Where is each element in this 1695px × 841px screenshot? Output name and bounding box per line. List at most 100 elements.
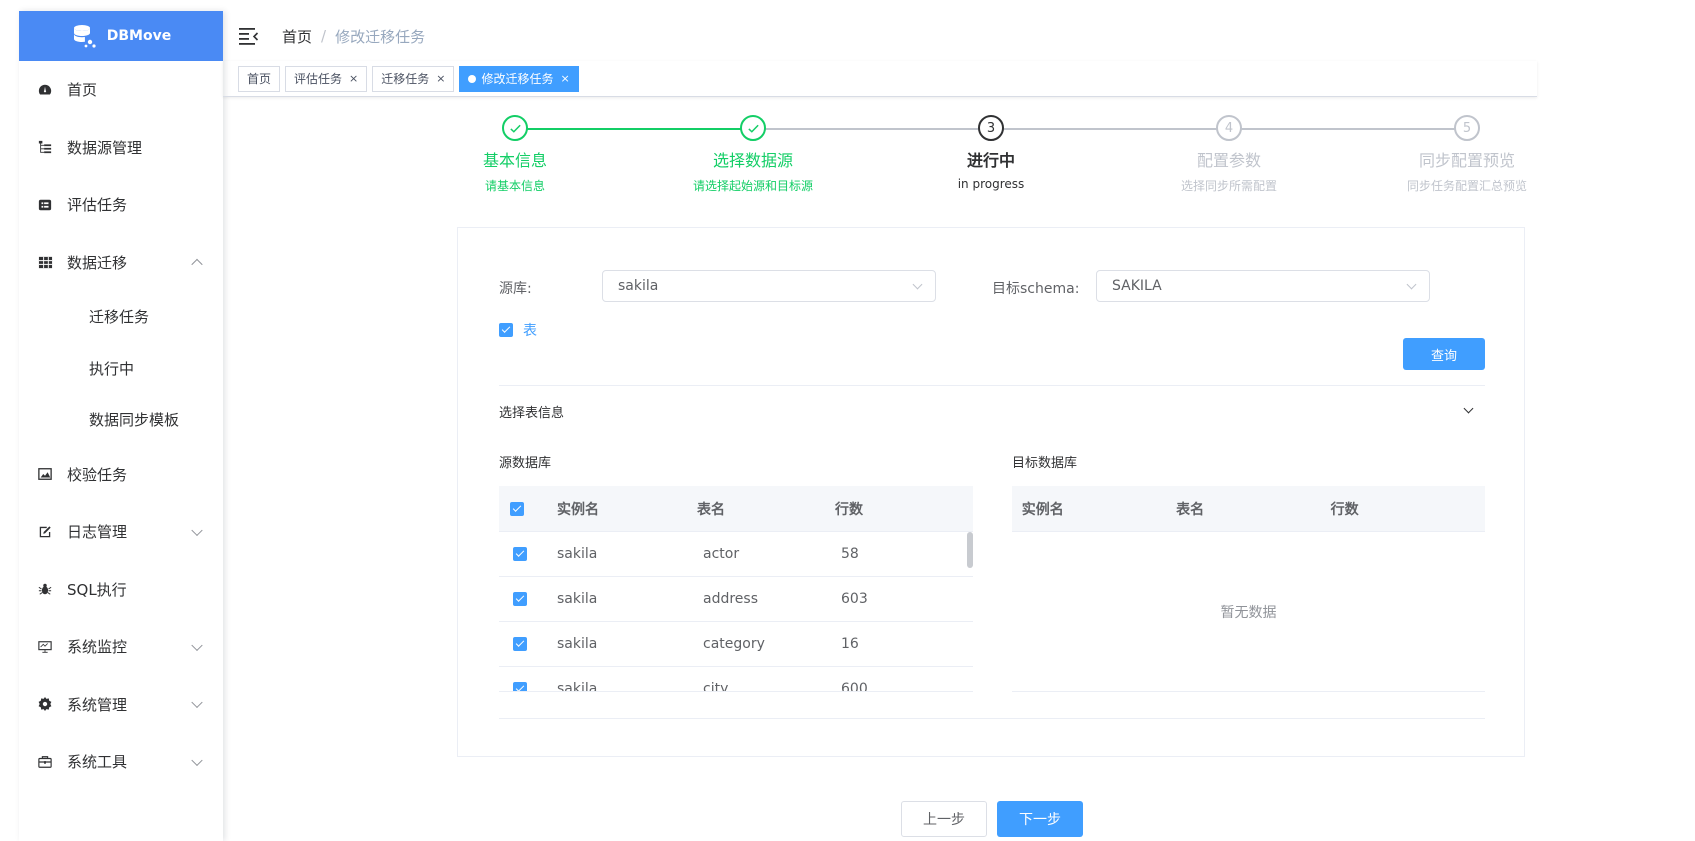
sidebar-item-9[interactable]: 系统工具 (19, 733, 223, 791)
step-3: 3 进行中 in progress (891, 115, 1091, 191)
bug-icon (37, 581, 53, 597)
table-row[interactable]: sakila address 603 (499, 577, 973, 622)
sidebar-item-6[interactable]: SQL执行 (19, 561, 223, 619)
target-table-header: 实例名 表名 行数 (1012, 486, 1485, 532)
navbar: 首页 / 修改迁移任务 (223, 11, 1537, 61)
query-button[interactable]: 查询 (1403, 338, 1485, 370)
close-icon[interactable]: × (436, 72, 445, 85)
active-dot-icon (468, 74, 477, 83)
sidebar-item-2[interactable]: 评估任务 (19, 176, 223, 234)
step-title: 配置参数 (1196, 151, 1261, 170)
table-checkbox[interactable]: 表 (499, 320, 537, 340)
sidebar-item-8[interactable]: 系统管理 (19, 676, 223, 734)
source-db-select[interactable]: sakila (602, 270, 936, 302)
col-table: 表名 (697, 501, 725, 518)
cell-rows: 58 (841, 546, 859, 562)
sidebar-item-0[interactable]: 首页 (19, 61, 223, 119)
step-number: 3 (978, 115, 1004, 141)
tag-1[interactable]: 评估任务 × (285, 65, 368, 92)
dashboard-icon (37, 82, 53, 98)
app-logo[interactable]: DBMove (19, 11, 223, 61)
source-table-title: 源数据库 (499, 456, 552, 471)
row-checkbox[interactable] (513, 547, 527, 561)
target-schema-value: SAKILA (1112, 278, 1162, 294)
gear-icon (37, 696, 53, 712)
close-icon[interactable]: × (561, 72, 570, 85)
table-icon (37, 254, 53, 270)
select-all-checkbox[interactable] (510, 501, 524, 516)
close-icon[interactable]: × (349, 72, 358, 85)
step-title: 同步配置预览 (1418, 151, 1515, 170)
row-checkbox[interactable] (513, 682, 527, 691)
sidebar-item-1[interactable]: 数据源管理 (19, 119, 223, 177)
tag-label: 首页 (247, 72, 272, 86)
chevron-up-icon (191, 258, 203, 271)
sidebar-item-label: 日志管理 (67, 523, 128, 542)
step-description: 同步任务配置汇总预览 (1406, 179, 1527, 193)
tag-label: 评估任务 (294, 72, 343, 86)
row-checkbox[interactable] (513, 592, 527, 606)
target-table: 实例名 表名 行数 暂无数据 (1012, 486, 1485, 692)
collapse-title[interactable]: 选择表信息 (499, 402, 564, 421)
chevron-down-icon (191, 524, 203, 536)
cell-rows: 600 (841, 681, 868, 692)
scrollbar[interactable] (967, 532, 973, 568)
monitor-icon (37, 639, 53, 655)
step-description: 请基本信息 (484, 179, 545, 193)
cell-table: actor (703, 546, 740, 562)
breadcrumb-home[interactable]: 首页 (282, 26, 312, 47)
checkbox-checked-icon[interactable] (499, 323, 513, 337)
steps: 基本信息 请基本信息 选择数据源 请选择起始源和目标源 3 进行中 in progress 4… (440, 115, 1550, 195)
sidebar-item-7[interactable]: 系统监控 (19, 618, 223, 676)
tree-icon (37, 139, 53, 155)
step-title: 基本信息 (482, 151, 547, 170)
prev-button[interactable]: 上一步 (901, 801, 987, 837)
breadcrumb-separator: / (321, 27, 327, 45)
sidebar-item-label: 系统监控 (67, 638, 128, 657)
sidebar-item-5[interactable]: 日志管理 (19, 503, 223, 561)
source-db-label: 源库: (499, 281, 532, 297)
chevron-down-icon[interactable] (1463, 403, 1474, 414)
cell-table: category (703, 636, 765, 652)
table-row[interactable]: sakila actor 58 (499, 532, 973, 577)
next-button[interactable]: 下一步 (997, 801, 1083, 837)
sidebar-item-label: 数据迁移 (67, 253, 128, 272)
sidebar-item-label: 系统管理 (67, 695, 128, 714)
tag-label: 迁移任务 (381, 72, 430, 86)
cell-instance: sakila (557, 591, 598, 607)
hamburger-icon[interactable] (239, 27, 259, 45)
sidebar-subitem-1[interactable]: 执行中 (19, 343, 223, 395)
cell-instance: sakila (557, 681, 598, 692)
breadcrumb-current: 修改迁移任务 (335, 27, 426, 46)
chevron-down-icon (191, 696, 203, 709)
cell-table: address (703, 591, 759, 607)
cell-table: city (703, 681, 729, 692)
table-row[interactable]: sakila category 16 (499, 622, 973, 667)
toolbox-icon (37, 754, 53, 770)
step-description: in progress (957, 177, 1025, 191)
divider (499, 385, 1485, 386)
source-table-body[interactable]: sakila actor 58 sakila address 603 sakila categ… (499, 532, 973, 692)
table-checkbox-label: 表 (523, 323, 537, 339)
empty-placeholder: 暂无数据 (1012, 532, 1485, 692)
sidebar-item-label: 校验任务 (67, 465, 128, 484)
sidebar-subitem-2[interactable]: 数据同步模板 (19, 394, 223, 446)
sidebar-subitem-0[interactable]: 迁移任务 (19, 291, 223, 343)
tag-0[interactable]: 首页 (238, 65, 281, 92)
sidebar-item-label: 首页 (67, 81, 98, 100)
step-title: 选择数据源 (712, 151, 793, 170)
cell-instance: sakila (557, 636, 598, 652)
sidebar-item-4[interactable]: 校验任务 (19, 446, 223, 504)
table-row[interactable]: sakila city 600 (499, 667, 973, 692)
col-rows: 行数 (835, 501, 863, 518)
sidebar-item-label: SQL执行 (67, 580, 127, 599)
row-checkbox[interactable] (513, 637, 527, 651)
target-schema-select[interactable]: SAKILA (1096, 270, 1430, 302)
sidebar: DBMove 首页数据源管理评估任务数据迁移迁移任务 执行中 数据同步模板校验任务日… (19, 11, 223, 841)
source-table-header: 实例名 表名 行数 (499, 486, 973, 532)
tag-2[interactable]: 迁移任务 × (372, 65, 455, 92)
tag-3[interactable]: 修改迁移任务 × (459, 65, 579, 92)
sidebar-item-3[interactable]: 数据迁移 (19, 234, 223, 292)
target-table-title: 目标数据库 (1012, 456, 1078, 471)
sidebar-item-label: 评估任务 (67, 196, 128, 215)
